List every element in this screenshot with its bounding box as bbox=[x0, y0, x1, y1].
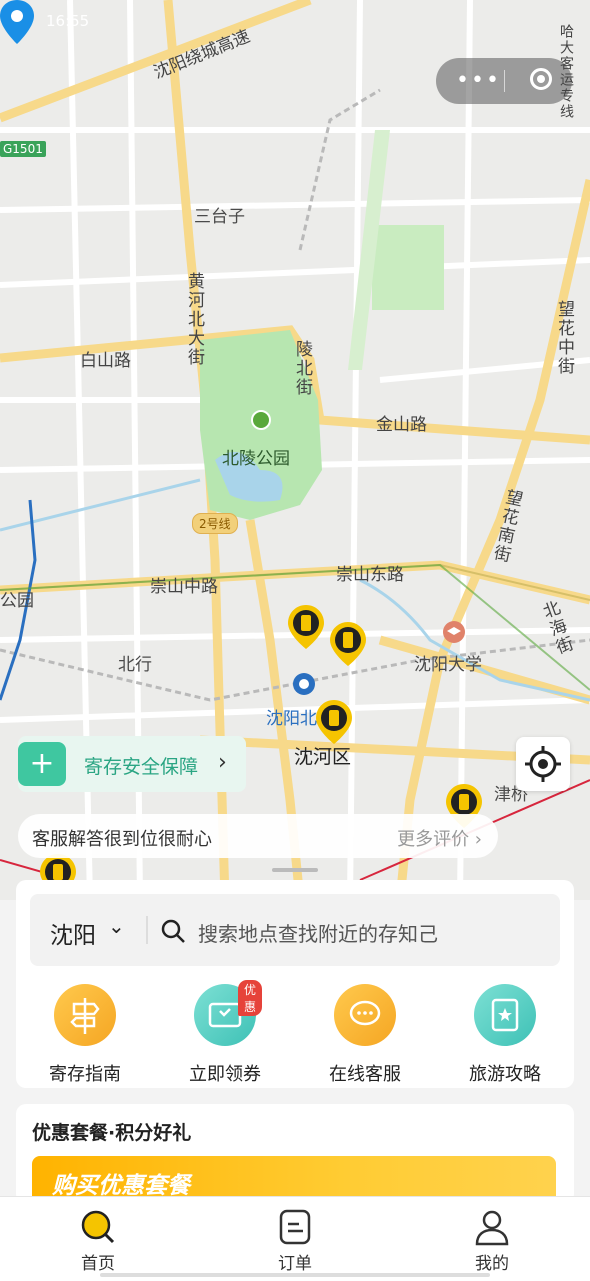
coupon-icon: 优惠 bbox=[194, 980, 263, 1046]
status-time: 16:55 bbox=[46, 12, 90, 30]
bottom-tab-bar: 首页 订单 我的 bbox=[0, 1196, 590, 1281]
tab-home[interactable]: 首页 bbox=[48, 1207, 148, 1274]
tab-profile[interactable]: 我的 bbox=[442, 1207, 542, 1274]
search-icon bbox=[161, 919, 185, 943]
storage-marker-icon[interactable] bbox=[330, 622, 366, 666]
home-search-icon bbox=[81, 1210, 115, 1244]
signpost-icon bbox=[54, 984, 116, 1046]
guide-book-icon bbox=[474, 984, 536, 1046]
map-label-jinshan: 金山路 bbox=[376, 415, 427, 435]
promo-card[interactable]: 优惠套餐·积分好礼 购买优惠套餐 bbox=[16, 1104, 574, 1204]
tab-orders[interactable]: 订单 bbox=[245, 1207, 345, 1274]
service-panel: 沈阳 ⌄ 搜索地点查找附近的存知己 寄存指南 优惠 立即领券 在线客服 旅游攻略 bbox=[16, 880, 574, 1088]
drag-handle[interactable] bbox=[272, 868, 318, 872]
map-label-beixing: 北行 bbox=[118, 655, 152, 675]
map-label-park: 北陵公园 bbox=[222, 449, 290, 469]
feature-label: 在线客服 bbox=[329, 1064, 401, 1085]
highway-badge: G1501 bbox=[0, 141, 46, 157]
feature-label: 旅游攻略 bbox=[469, 1064, 541, 1085]
storage-marker-icon[interactable] bbox=[316, 700, 352, 744]
status-bar: 16:55 bbox=[0, 8, 590, 38]
map-label-gongyuan: 公园 bbox=[0, 591, 34, 611]
university-icon bbox=[443, 621, 465, 643]
feature-label: 立即领券 bbox=[189, 1064, 261, 1085]
storage-marker-icon[interactable] bbox=[288, 605, 324, 649]
more-reviews-link[interactable]: 更多评价 › bbox=[397, 825, 482, 851]
feature-get-coupon[interactable]: 优惠 立即领券 bbox=[170, 980, 280, 1086]
chevron-down-icon[interactable]: ⌄ bbox=[108, 914, 125, 938]
review-ticker[interactable]: 客服解答很到位很耐心 更多评价 › bbox=[18, 814, 498, 858]
map-label-chongshan-dong: 崇山东路 bbox=[336, 565, 404, 585]
feature-travel-guide[interactable]: 旅游攻略 bbox=[450, 984, 560, 1086]
map-label-wanghua-zhong: 望花中街 bbox=[554, 300, 574, 376]
feature-online-service[interactable]: 在线客服 bbox=[310, 984, 420, 1086]
feature-storage-guide[interactable]: 寄存指南 bbox=[30, 984, 140, 1086]
safety-label: 寄存安全保障 bbox=[84, 756, 199, 778]
more-icon[interactable]: ••• bbox=[456, 68, 501, 93]
mini-program-capsule[interactable]: ••• bbox=[436, 58, 572, 104]
review-text: 客服解答很到位很耐心 bbox=[32, 829, 212, 850]
tab-label: 订单 bbox=[278, 1254, 312, 1274]
map-label-huanghe: 黄河北大街 bbox=[184, 272, 204, 367]
feature-label: 寄存指南 bbox=[49, 1064, 121, 1085]
map-view[interactable]: 16:55 ••• G1501 沈阳绕城高速 三台子 黄河北大街 白山路 陵北街… bbox=[0, 0, 590, 900]
crosshair-icon bbox=[525, 746, 561, 782]
promo-title: 优惠套餐·积分好礼 bbox=[32, 1122, 192, 1144]
map-label-shenyang-north: 沈阳北 bbox=[266, 709, 317, 729]
coupon-badge: 优惠 bbox=[238, 980, 263, 1016]
shield-plus-icon: + bbox=[18, 742, 66, 786]
locate-me-button[interactable] bbox=[516, 737, 570, 791]
user-icon bbox=[475, 1210, 509, 1246]
map-label-chongshan-zhong: 崇山中路 bbox=[150, 577, 218, 597]
home-indicator bbox=[100, 1273, 490, 1277]
map-label-shenyang-univ: 沈阳大学 bbox=[414, 655, 482, 675]
promo-banner-text: 购买优惠套餐 bbox=[52, 1173, 190, 1199]
chat-icon bbox=[334, 984, 396, 1046]
orders-icon bbox=[279, 1209, 311, 1245]
map-label-santaizi: 三台子 bbox=[194, 207, 245, 227]
location-pin-icon[interactable] bbox=[0, 0, 34, 48]
park-icon bbox=[251, 410, 271, 430]
city-selector[interactable]: 沈阳 bbox=[50, 916, 96, 950]
capsule-divider bbox=[504, 70, 505, 92]
chevron-right-icon: › bbox=[218, 750, 227, 775]
close-target-icon[interactable] bbox=[530, 68, 552, 90]
map-label-hada: 哈大客运专线 bbox=[558, 24, 574, 120]
station-icon bbox=[293, 673, 315, 695]
search-input[interactable]: 搜索地点查找附近的存知己 bbox=[198, 918, 438, 947]
map-label-lingbei: 陵北街 bbox=[292, 340, 312, 397]
more-reviews-label: 更多评价 bbox=[397, 829, 470, 850]
map-label-baishan: 白山路 bbox=[80, 351, 131, 371]
tab-label: 首页 bbox=[81, 1254, 115, 1274]
metro-line-badge: 2号线 bbox=[192, 513, 238, 534]
search-divider bbox=[146, 916, 148, 944]
search-bar[interactable]: 沈阳 ⌄ 搜索地点查找附近的存知己 bbox=[30, 894, 560, 966]
tab-label: 我的 bbox=[475, 1254, 509, 1274]
map-label-shenhe: 沈河区 bbox=[294, 746, 352, 768]
safety-guarantee-button[interactable]: + 寄存安全保障 › bbox=[18, 736, 246, 792]
